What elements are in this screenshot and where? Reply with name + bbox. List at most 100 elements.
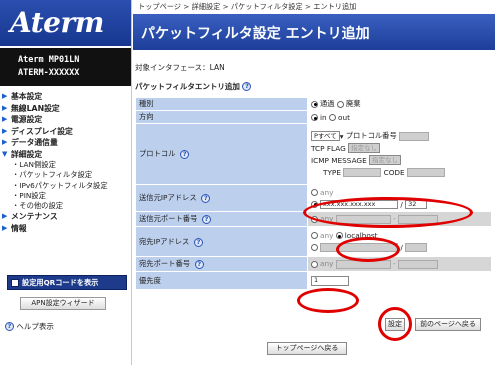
section-title: パケットフィルタエントリ追加 xyxy=(135,82,240,91)
nav-label: 詳細設定 xyxy=(11,149,43,159)
nav-label: 基本設定 xyxy=(11,92,43,101)
help-icon[interactable]: ? xyxy=(242,82,252,91)
tcp-flag-select[interactable]: 指定なし xyxy=(348,143,381,153)
back-button[interactable]: 前のページへ戻る xyxy=(415,318,481,331)
help-link[interactable]: ? ヘルプ表示 xyxy=(5,321,54,332)
brand-logo: Aterm xyxy=(0,0,131,46)
dst-port-label: 宛先ポート番号 ? xyxy=(135,256,308,272)
dst-ip-fields: any localhost / xyxy=(307,226,492,257)
arrow-icon: ▶ xyxy=(2,115,8,123)
model-name: Aterm MP01LN xyxy=(18,55,80,65)
arrow-icon: ▶ xyxy=(2,138,8,146)
priority-fields: 1 xyxy=(307,271,492,290)
highlight-set-button xyxy=(378,307,412,341)
dir-out-radio[interactable] xyxy=(328,114,336,121)
nav-label: ディスプレイ設定 xyxy=(11,126,73,136)
nav-label: データ通信量 xyxy=(11,138,58,147)
dst-port-to-input[interactable] xyxy=(398,259,439,269)
dash: - xyxy=(393,259,396,269)
src-port-label: 送信元ポート番号 ? xyxy=(135,211,308,227)
type-options: 通過 廃棄 xyxy=(307,97,492,111)
icmp-message-select[interactable]: 指定なし xyxy=(369,155,402,165)
nav-basic[interactable]: ▶ 基本設定 xyxy=(0,91,131,103)
nav-maintenance[interactable]: ▶ メンテナンス xyxy=(0,211,131,223)
dst-any-label: any xyxy=(320,231,334,240)
filter-entry-form: 種別 通過 廃棄 方向 in out プロトコル ? Pすべて ▾ プロトコル番号… xyxy=(135,97,492,290)
arrow-icon: ▶ xyxy=(2,103,8,112)
nav-label: 無線LAN設定 xyxy=(11,103,60,113)
nav-data-usage[interactable]: ▶ データ通信量 xyxy=(0,137,131,149)
priority-input[interactable]: 1 xyxy=(311,275,349,286)
icmp-code-input[interactable] xyxy=(407,167,445,177)
type-discard-radio[interactable] xyxy=(336,100,344,108)
dst-ip-label: 宛先IPアドレス ? xyxy=(135,226,308,257)
sidebar: Aterm Aterm MP01LN ATERM-XXXXXX ▶ 基本設定 ▶ 無… xyxy=(0,0,132,365)
highlight-priority xyxy=(297,288,359,313)
dst-localhost-radio[interactable] xyxy=(335,232,343,239)
type-discard-label: 廃棄 xyxy=(345,99,361,108)
qr-button-label: 設定用QRコードを表示 xyxy=(22,277,99,287)
src-any-label: any xyxy=(320,187,334,197)
arrow-icon: ▶ xyxy=(2,223,8,232)
protocol-number-input[interactable] xyxy=(399,131,430,141)
type-pass-radio[interactable] xyxy=(311,100,318,108)
breadcrumb: トップページ > 詳細設定 > パケットフィルタ設定 > エントリ追加 xyxy=(138,2,357,11)
arrow-icon: ▶ xyxy=(2,126,8,135)
dir-in-radio[interactable] xyxy=(311,114,318,121)
nav-label: 情報 xyxy=(11,223,27,233)
interface-label: 対象インタフェース：LAN xyxy=(135,63,225,72)
page-title: パケットフィルタ設定 エントリ追加 xyxy=(133,14,495,50)
help-icon: ? xyxy=(5,322,14,331)
slash: / xyxy=(400,243,403,252)
help-icon[interactable]: ? xyxy=(193,237,203,247)
help-icon[interactable]: ? xyxy=(194,260,204,269)
subnav-packet-filter[interactable]: ・パケットフィルタ設定 xyxy=(0,170,131,180)
protocol-number-label: プロトコル番号 xyxy=(345,131,397,140)
tcp-flag-label: TCP FLAG xyxy=(311,143,346,153)
section-heading: パケットフィルタエントリ追加 ? xyxy=(135,81,500,92)
help-icon[interactable]: ? xyxy=(202,215,212,224)
icmp-message-label: ICMP MESSAGE xyxy=(311,155,367,165)
qr-code-button[interactable]: 設定用QRコードを表示 xyxy=(7,275,127,290)
direction-options: in out xyxy=(307,110,492,124)
arrow-icon: ▶ xyxy=(2,212,8,221)
help-icon[interactable]: ? xyxy=(201,194,211,203)
qr-icon xyxy=(11,278,19,287)
protocol-label: プロトコル ? xyxy=(135,123,308,185)
dst-port-fields: any - xyxy=(307,256,492,272)
icmp-code-label: CODE xyxy=(383,167,405,177)
device-id: ATERM-XXXXXX xyxy=(18,68,80,78)
highlight-localhost xyxy=(336,237,400,262)
subnav-other[interactable]: ・その他の設定 xyxy=(0,201,131,211)
dst-any-radio[interactable] xyxy=(311,232,318,239)
icmp-type-input[interactable] xyxy=(343,167,382,177)
dir-out-label: out xyxy=(337,112,350,122)
direction-label: 方向 xyxy=(135,110,308,124)
dst-mask-input[interactable] xyxy=(405,243,428,252)
help-icon[interactable]: ? xyxy=(180,150,190,159)
arrow-icon: ▼ xyxy=(2,149,8,158)
nav-menu: ▶ 基本設定 ▶ 無線LAN設定 ▶ 電源設定 ▶ ディスプレイ設定 ▶ データ通信量 ▼… xyxy=(0,86,131,234)
protocol-fields: Pすべて ▾ プロトコル番号 TCP FLAG 指定なし ICMP MESSAGE… xyxy=(307,123,492,185)
dst-port-any-radio[interactable] xyxy=(311,260,318,268)
top-page-button[interactable]: トップページへ戻る xyxy=(267,342,347,355)
src-any-radio[interactable] xyxy=(311,188,318,196)
main-content: トップページ > 詳細設定 > パケットフィルタ設定 > エントリ追加 パケット… xyxy=(133,0,500,365)
device-model: Aterm MP01LN ATERM-XXXXXX xyxy=(0,48,131,86)
nav-advanced[interactable]: ▼ 詳細設定 xyxy=(0,149,131,161)
apn-wizard-button[interactable]: APN設定ウィザード xyxy=(20,297,106,310)
nav-display[interactable]: ▶ ディスプレイ設定 xyxy=(0,126,131,138)
arrow-icon: ▶ xyxy=(2,92,8,100)
help-label: ヘルプ表示 xyxy=(16,322,54,331)
nav-info[interactable]: ▶ 情報 xyxy=(0,223,131,235)
protocol-select[interactable]: Pすべて xyxy=(311,131,340,141)
subnav-lan[interactable]: ・LAN側設定 xyxy=(0,160,131,170)
nav-label: 電源設定 xyxy=(11,115,43,124)
nav-wireless-lan[interactable]: ▶ 無線LAN設定 xyxy=(0,103,131,115)
icmp-type-label: TYPE xyxy=(323,167,341,177)
subnav-ipv6-packet-filter[interactable]: ・IPv6パケットフィルタ設定 xyxy=(0,181,131,191)
nav-power[interactable]: ▶ 電源設定 xyxy=(0,114,131,126)
dst-ip-radio[interactable] xyxy=(311,244,318,251)
subnav-pin[interactable]: ・PIN設定 xyxy=(0,191,131,201)
highlight-src-ip xyxy=(303,197,473,228)
